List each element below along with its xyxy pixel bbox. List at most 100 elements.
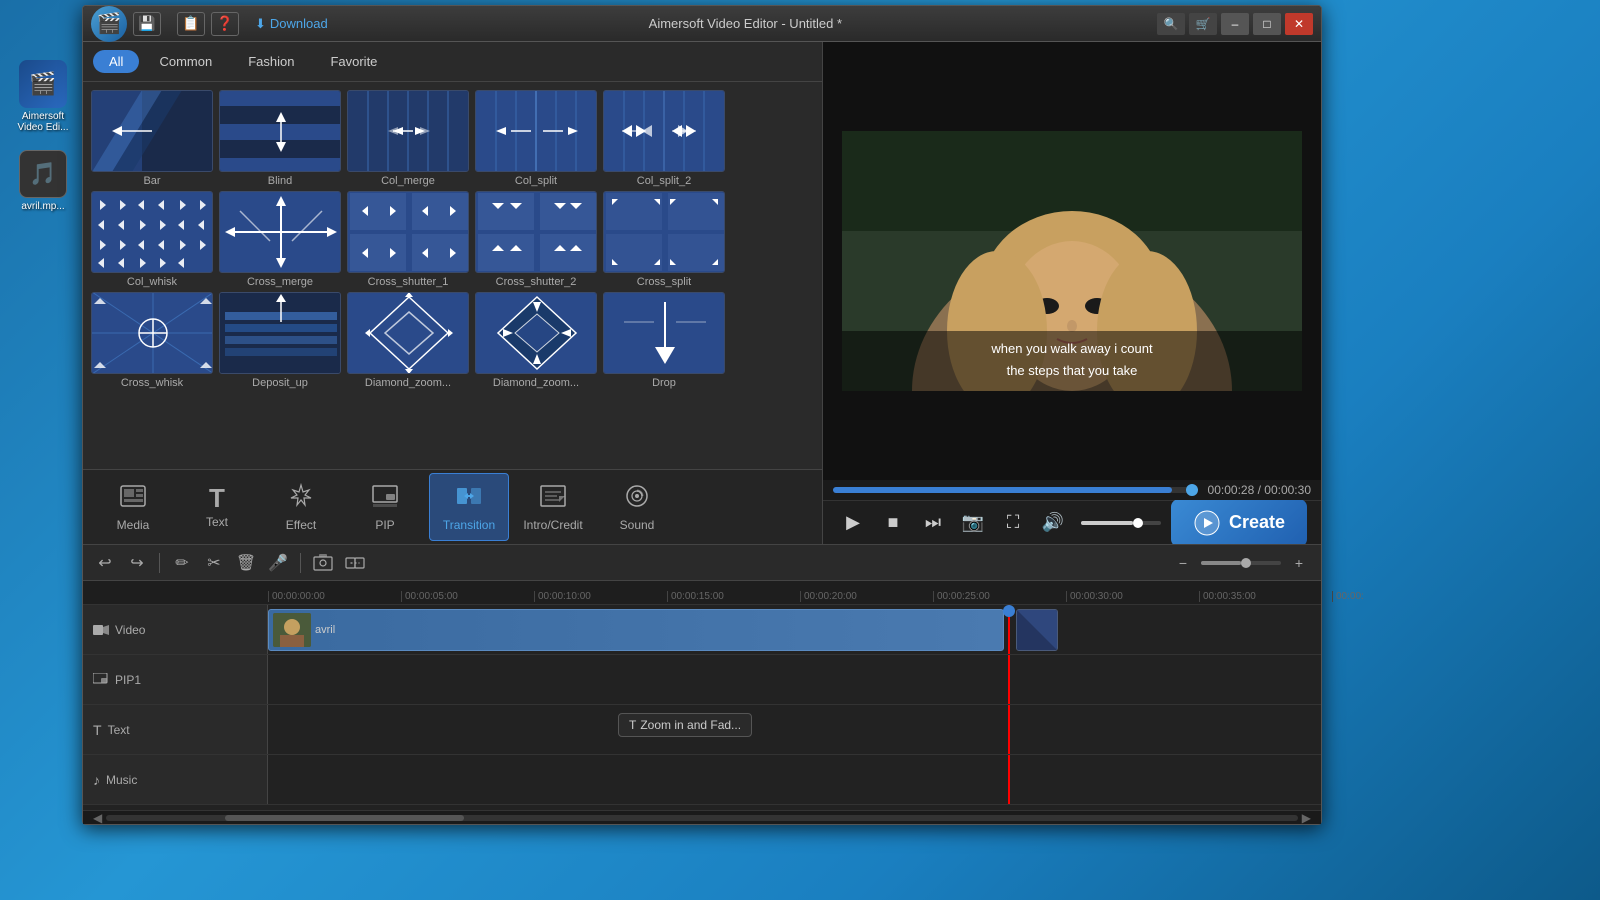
track-music-name: Music [106, 773, 137, 787]
zoom-slider[interactable] [1201, 561, 1281, 565]
transition-blind-label: Blind [268, 175, 292, 187]
filter-tab-fashion[interactable]: Fashion [232, 50, 310, 73]
transition-cross-merge-thumb [219, 191, 341, 273]
window-title: Aimersoft Video Editor - Untitled * [334, 16, 1157, 31]
search-window-button[interactable]: 🔍 [1157, 13, 1185, 35]
transition-bar[interactable]: Bar [91, 90, 213, 187]
detach-button[interactable] [341, 549, 369, 577]
transition-drop[interactable]: Drop [603, 292, 725, 389]
tool-sound[interactable]: Sound [597, 473, 677, 541]
delete-button[interactable]: 🗑 [232, 549, 260, 577]
cut-button[interactable]: ✂ [200, 549, 228, 577]
create-button[interactable]: Create [1171, 499, 1307, 545]
track-pip-label: PIP1 [83, 655, 268, 704]
window-controls: 🔍 🛒 – □ ✕ [1157, 13, 1313, 35]
save-button[interactable]: 💾 [133, 12, 161, 36]
scroll-bar-track[interactable] [106, 815, 1298, 821]
transition-col-split[interactable]: Col_split [475, 90, 597, 187]
tool-text[interactable]: T Text [177, 473, 257, 541]
fullscreen-button[interactable]: ⛶ [997, 507, 1029, 539]
playhead-pip [1008, 655, 1010, 704]
track-video-name: Video [115, 623, 145, 637]
create-icon [1193, 509, 1221, 537]
download-button[interactable]: ⬇ Download [249, 14, 334, 34]
help-button[interactable]: ❓ [211, 12, 239, 36]
track-pip-name: PIP1 [115, 673, 141, 687]
scroll-bar-thumb[interactable] [225, 815, 463, 821]
zoom-track: − + [1169, 549, 1313, 577]
preview-area: when you walk away i count the steps tha… [823, 42, 1321, 480]
step-forward-button[interactable]: ⏭ [917, 507, 949, 539]
ruler-mark-3: 00:00:15:00 [667, 591, 800, 602]
zoom-in-button[interactable]: + [1285, 549, 1313, 577]
tool-pip[interactable]: PIP [345, 473, 425, 541]
transition-row-3: Cross_whisk [91, 292, 814, 389]
video-clip-main[interactable]: avril [268, 609, 1004, 651]
record-audio-button[interactable]: 🎤 [264, 549, 292, 577]
filter-tab-favorite[interactable]: Favorite [314, 50, 393, 73]
transition-cross-merge[interactable]: Cross_merge [219, 191, 341, 288]
transition-cross-shutter-1[interactable]: Cross_shutter_1 [347, 191, 469, 288]
redo-button[interactable]: ↪ [123, 549, 151, 577]
tool-effect[interactable]: Effect [261, 473, 341, 541]
timeline-tracks-area: Video avril [83, 605, 1321, 810]
timeline-ruler: 00:00:00:00 00:00:05:00 00:00:10:00 00:0… [83, 581, 1321, 605]
volume-thumb[interactable] [1133, 518, 1143, 528]
transition-blind[interactable]: Blind [219, 90, 341, 187]
video-clip-end[interactable] [1016, 609, 1058, 651]
screenshot-button[interactable]: 📷 [957, 507, 989, 539]
transition-diamond-zoom-2-thumb [475, 292, 597, 374]
transition-diamond-zoom-2[interactable]: Diamond_zoom... [475, 292, 597, 389]
transition-col-split-2[interactable]: Col_split_2 [603, 90, 725, 187]
snapshot-button[interactable] [309, 549, 337, 577]
transition-cross-split[interactable]: Cross_split [603, 191, 725, 288]
transition-deposit-up[interactable]: Deposit_up [219, 292, 341, 389]
transition-deposit-up-label: Deposit_up [252, 377, 308, 389]
edit-button[interactable]: ✏ [168, 549, 196, 577]
undo-button[interactable]: ↩ [91, 549, 119, 577]
scroll-right-button[interactable]: ▶ [1302, 811, 1311, 825]
tool-intro-credit-label: Intro/Credit [523, 518, 582, 532]
separator-1 [159, 553, 160, 573]
track-text-content[interactable]: T Zoom in and Fad... [268, 705, 1321, 754]
filter-tab-all[interactable]: All [93, 50, 139, 73]
transition-cross-whisk[interactable]: Cross_whisk [91, 292, 213, 389]
transition-diamond-zoom-1[interactable]: Diamond_zoom... [347, 292, 469, 389]
intro-credit-icon [539, 482, 567, 514]
desktop-icon-file[interactable]: 🎵 avril.mp... [8, 150, 78, 212]
progress-thumb[interactable] [1186, 484, 1198, 496]
app-icon: 🎬 [19, 60, 67, 108]
save-copy-button[interactable]: 📋 [177, 12, 205, 36]
store-button[interactable]: 🛒 [1189, 13, 1217, 35]
close-button[interactable]: ✕ [1285, 13, 1313, 35]
zoom-out-button[interactable]: − [1169, 549, 1197, 577]
scroll-left-button[interactable]: ◀ [93, 811, 102, 825]
volume-track[interactable] [1081, 521, 1161, 525]
stop-button[interactable]: ■ [877, 507, 909, 539]
transition-col-whisk[interactable]: Col_whisk [91, 191, 213, 288]
progress-track[interactable] [833, 487, 1198, 493]
transition-col-merge[interactable]: Col_merge [347, 90, 469, 187]
transition-cross-shutter-2[interactable]: Cross_shutter_2 [475, 191, 597, 288]
tool-transition[interactable]: Transition [429, 473, 509, 541]
minimize-button[interactable]: – [1221, 13, 1249, 35]
play-button[interactable]: ▶ [837, 507, 869, 539]
ruler-mark-8: 00:00: [1332, 591, 1465, 602]
track-music-content[interactable] [268, 755, 1321, 804]
filter-tab-common[interactable]: Common [143, 50, 228, 73]
end-clip-thumb [1017, 610, 1058, 651]
transition-diamond-zoom-1-thumb [347, 292, 469, 374]
volume-button[interactable]: 🔊 [1037, 507, 1069, 539]
zoom-thumb[interactable] [1241, 558, 1251, 568]
desktop-icon-app[interactable]: 🎬 AimersoftVideo Edi... [8, 60, 78, 133]
playhead-music [1008, 755, 1010, 804]
track-pip-content[interactable] [268, 655, 1321, 704]
transition-cross-merge-label: Cross_merge [247, 276, 313, 288]
maximize-button[interactable]: □ [1253, 13, 1281, 35]
tool-media[interactable]: Media [93, 473, 173, 541]
playhead[interactable] [1008, 605, 1010, 654]
tool-intro-credit[interactable]: Intro/Credit [513, 473, 593, 541]
svg-text:the steps that you take: the steps that you take [1007, 363, 1138, 378]
track-video-content[interactable]: avril [268, 605, 1321, 654]
transition-cross-split-label: Cross_split [637, 276, 691, 288]
